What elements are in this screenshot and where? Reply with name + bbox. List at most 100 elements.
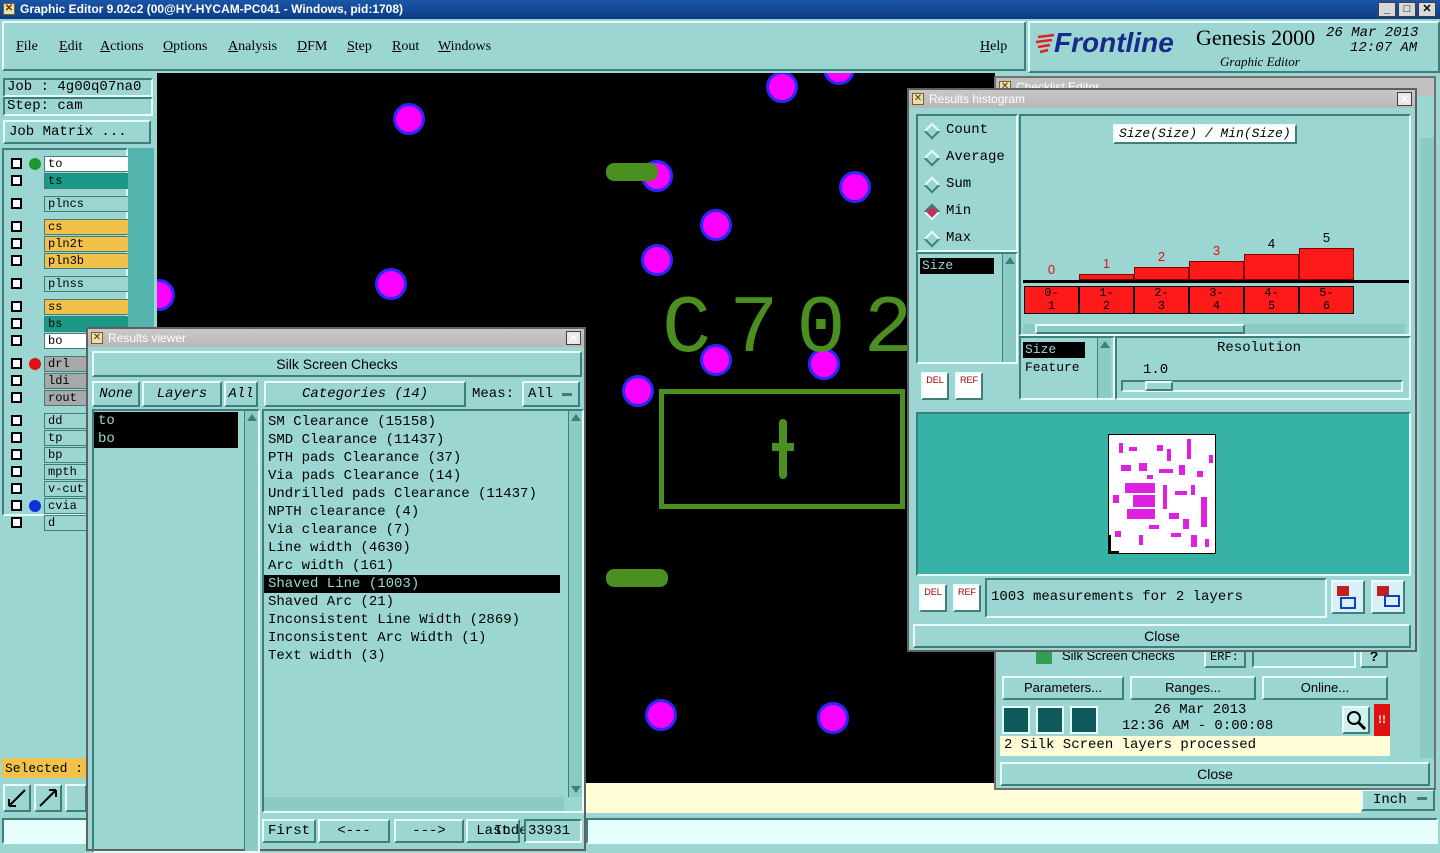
pad[interactable] <box>766 73 798 103</box>
maximize-button[interactable]: □ <box>1398 2 1416 17</box>
layer-checkbox[interactable] <box>11 375 22 386</box>
run-selected-icon[interactable] <box>1036 706 1064 734</box>
menu-help[interactable]: Help <box>980 39 1007 55</box>
ranges-button[interactable]: Ranges... <box>1130 676 1256 700</box>
category-item[interactable]: Shaved Arc (21) <box>264 593 560 611</box>
run-all-icon[interactable] <box>1070 706 1098 734</box>
close-icon[interactable]: ✕ <box>566 331 581 345</box>
layer-name[interactable]: pln2t <box>44 236 130 252</box>
mode-option-sum[interactable]: Sum <box>923 176 1014 194</box>
layer-checkbox[interactable] <box>11 392 22 403</box>
next-button[interactable]: ---> <box>394 819 464 843</box>
run-icon[interactable] <box>1002 706 1030 734</box>
pad[interactable] <box>393 103 425 135</box>
close-window-button[interactable]: ✕ <box>1418 2 1436 17</box>
layer-checkbox[interactable] <box>11 175 22 186</box>
histogram-bin[interactable]: 4- 5 <box>1244 286 1299 314</box>
pad[interactable] <box>375 268 407 300</box>
meas-dropdown[interactable]: All <box>522 381 580 407</box>
zoom-area-icon[interactable] <box>34 784 62 812</box>
pad[interactable] <box>700 209 732 241</box>
resolution-slider-thumb[interactable] <box>1145 381 1173 391</box>
all-layers-button[interactable]: All <box>224 381 258 407</box>
category-item[interactable]: Inconsistent Arc Width (1) <box>264 629 560 647</box>
layers-button[interactable]: Layers <box>142 381 222 407</box>
del-overview-icon[interactable]: DEL <box>919 584 947 612</box>
radio-icon[interactable] <box>923 149 941 167</box>
layer-name[interactable]: pln3b <box>44 253 130 269</box>
command-line[interactable] <box>586 818 1438 844</box>
mode-option-min[interactable]: Min <box>923 203 1014 221</box>
layer-name[interactable]: plncs <box>44 196 130 212</box>
category-item[interactable]: Line width (4630) <box>264 539 560 557</box>
menu-edit[interactable]: Edit <box>59 39 82 55</box>
histogram-bin[interactable]: 2- 3 <box>1134 286 1189 314</box>
online-button[interactable]: Online... <box>1262 676 1388 700</box>
del-icon[interactable]: DEL <box>921 372 949 400</box>
category-item[interactable]: PTH pads Clearance (37) <box>264 449 560 467</box>
chart-hscroll[interactable] <box>1023 324 1405 334</box>
menu-dfm[interactable]: DFM <box>297 39 327 55</box>
alert-icon[interactable]: !! <box>1374 704 1390 736</box>
layer-name[interactable]: plnss <box>44 276 130 292</box>
menu-file[interactable]: File <box>16 39 38 55</box>
pad[interactable] <box>817 702 849 734</box>
category-item[interactable]: Undrilled pads Clearance (11437) <box>264 485 560 503</box>
none-button[interactable]: None <box>92 381 140 407</box>
layer-name[interactable]: cs <box>44 219 130 235</box>
zoom-fit-icon[interactable] <box>3 784 31 812</box>
menu-step[interactable]: Step <box>347 39 372 55</box>
attr-scrollbar[interactable] <box>1097 338 1111 398</box>
category-item[interactable]: NPTH clearance (4) <box>264 503 560 521</box>
resolution-slider[interactable] <box>1121 380 1403 392</box>
pad[interactable] <box>622 375 654 407</box>
import-icon[interactable] <box>1371 580 1405 614</box>
category-hscroll[interactable] <box>264 797 564 811</box>
category-item[interactable]: SM Clearance (15158) <box>264 413 560 431</box>
layer-result-item[interactable]: bo <box>94 430 238 448</box>
histogram-bin[interactable]: 0- 1 <box>1024 286 1079 314</box>
category-item[interactable]: Shaved Line (1003) <box>264 575 560 593</box>
histogram-bar[interactable] <box>1189 261 1244 280</box>
category-item[interactable]: Text width (3) <box>264 647 560 665</box>
index-field[interactable]: 33931 <box>524 819 582 843</box>
radio-icon[interactable] <box>923 176 941 194</box>
menu-windows[interactable]: Windows <box>438 39 491 55</box>
field-list-scrollbar[interactable] <box>1002 254 1016 362</box>
menu-analysis[interactable]: Analysis <box>228 39 277 55</box>
minimize-button[interactable]: _ <box>1378 2 1396 17</box>
layer-checkbox[interactable] <box>11 158 22 169</box>
histogram-bin[interactable]: 5- 6 <box>1299 286 1354 314</box>
layer-results-scrollbar[interactable] <box>244 411 258 851</box>
layer-checkbox[interactable] <box>11 278 22 289</box>
layer-checkbox[interactable] <box>11 500 22 511</box>
ref-overview-icon[interactable]: REF <box>953 584 981 612</box>
overview-map[interactable] <box>1108 434 1216 554</box>
units-button[interactable]: Inch <box>1361 789 1435 811</box>
pad[interactable] <box>641 244 673 276</box>
histogram-bin[interactable]: 3- 4 <box>1189 286 1244 314</box>
histogram-bar[interactable] <box>1299 248 1354 280</box>
checklist-close-button[interactable]: Close <box>1000 762 1430 786</box>
layer-checkbox[interactable] <box>11 198 22 209</box>
job-matrix-button[interactable]: Job Matrix ... <box>3 120 151 144</box>
layer-result-item[interactable]: to <box>94 412 238 430</box>
layer-checkbox[interactable] <box>11 318 22 329</box>
previous-button[interactable]: <--- <box>318 819 390 843</box>
pad[interactable] <box>645 699 677 731</box>
category-item[interactable]: Inconsistent Line Width (2869) <box>264 611 560 629</box>
radio-icon[interactable] <box>923 230 941 248</box>
layer-checkbox[interactable] <box>11 238 22 249</box>
silk-line[interactable] <box>606 569 668 587</box>
layer-checkbox[interactable] <box>11 415 22 426</box>
categories-button[interactable]: Categories (14) <box>264 381 466 407</box>
mode-option-average[interactable]: Average <box>923 149 1014 167</box>
category-item[interactable]: SMD Clearance (11437) <box>264 431 560 449</box>
menu-options[interactable]: Options <box>163 39 207 55</box>
layer-checkbox[interactable] <box>11 255 22 266</box>
layer-checkbox[interactable] <box>11 517 22 528</box>
histogram-bin[interactable]: 1- 2 <box>1079 286 1134 314</box>
radio-icon[interactable] <box>923 122 941 140</box>
attr-item-size[interactable]: Size <box>1023 342 1085 358</box>
category-item[interactable]: Via pads Clearance (14) <box>264 467 560 485</box>
